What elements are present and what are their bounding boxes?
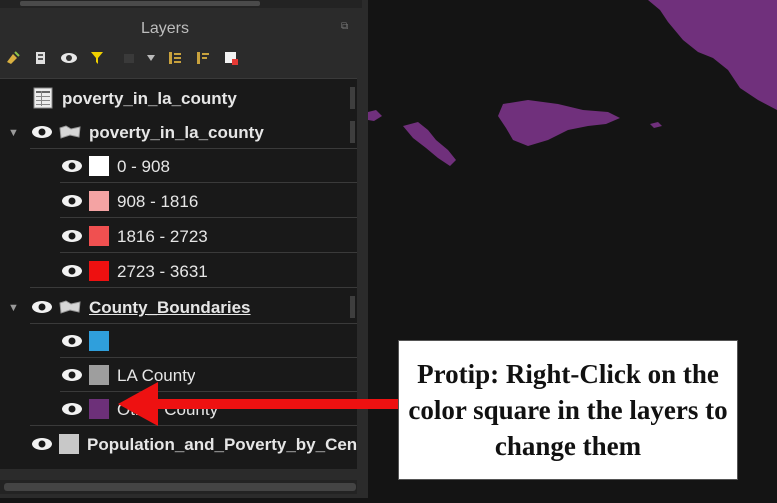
protip-callout: Protip: Right-Click on the color square … — [398, 340, 738, 480]
protip-text: Protip: Right-Click on the color square … — [408, 359, 728, 461]
